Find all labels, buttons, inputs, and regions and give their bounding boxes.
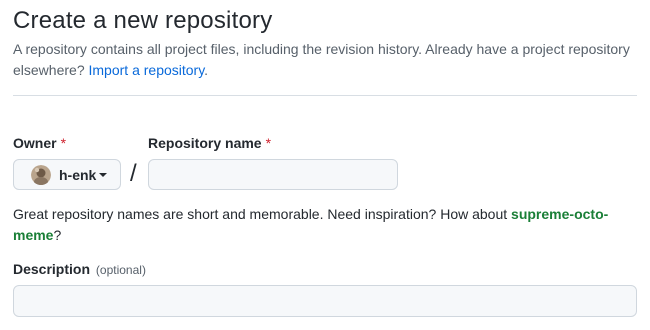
owner-repo-separator: / (130, 160, 137, 187)
description-optional-note: (optional) (95, 263, 146, 277)
repository-name-input[interactable] (148, 159, 398, 190)
page-subtitle: A repository contains all project files,… (13, 39, 643, 81)
suggestion-text: Great repository names are short and mem… (13, 206, 508, 222)
suggestion-suffix: ? (53, 227, 62, 243)
owner-required-mark: * (60, 135, 67, 151)
repo-name-required-mark: * (265, 135, 272, 151)
import-repository-link[interactable]: Import a repository (89, 62, 205, 78)
description-label: Description (optional) (13, 261, 146, 277)
repo-name-label: Repository name * (148, 135, 271, 151)
owner-label: Owner * (13, 135, 66, 151)
subtitle-period: . (204, 62, 209, 78)
description-input[interactable] (13, 285, 637, 317)
repo-name-label-text: Repository name (148, 135, 262, 151)
owner-select-button[interactable]: h-enk (13, 159, 121, 190)
owner-name: h-enk (59, 166, 97, 183)
description-label-text: Description (13, 261, 91, 277)
chevron-down-icon (99, 172, 108, 177)
owner-label-text: Owner (13, 135, 57, 151)
header-divider (13, 95, 637, 96)
name-suggestion: Great repository names are short and mem… (13, 204, 625, 246)
avatar (31, 164, 51, 185)
page-title: Create a new repository (13, 7, 273, 34)
